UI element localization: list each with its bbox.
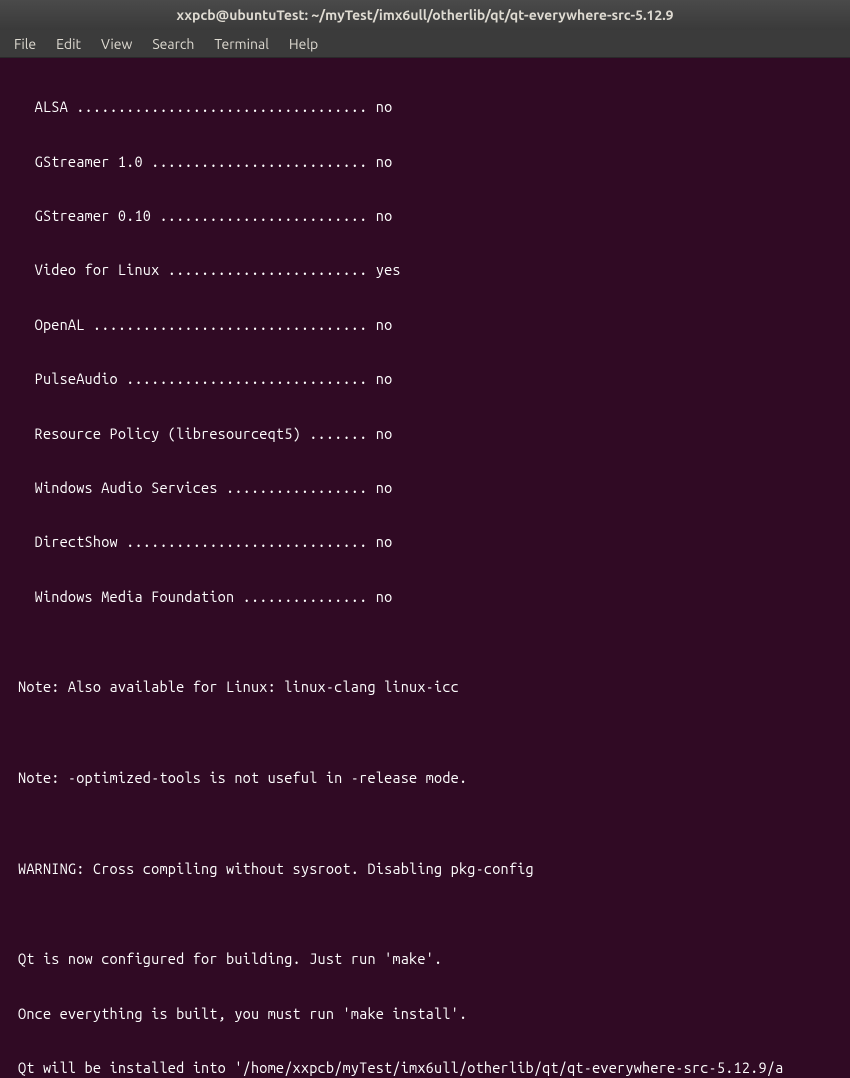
- output-line: Windows Media Foundation ...............…: [0, 588, 850, 606]
- output-line: Qt is now configured for building. Just …: [0, 950, 850, 968]
- menu-file[interactable]: File: [4, 32, 46, 56]
- output-line: Qt will be installed into '/home/xxpcb/m…: [0, 1059, 850, 1077]
- output-line: Video for Linux ........................…: [0, 261, 850, 279]
- output-line: Resource Policy (libresourceqt5) .......…: [0, 425, 850, 443]
- terminal-output[interactable]: ALSA ...................................…: [0, 58, 850, 1078]
- output-line: DirectShow .............................…: [0, 533, 850, 551]
- menu-view[interactable]: View: [91, 32, 142, 56]
- output-line: GStreamer 0.10 .........................…: [0, 207, 850, 225]
- output-line: ALSA ...................................…: [0, 98, 850, 116]
- window-title: xxpcb@ubuntuTest: ~/myTest/imx6ull/other…: [176, 7, 673, 23]
- output-line: Note: -optimized-tools is not useful in …: [0, 769, 850, 787]
- titlebar: xxpcb@ubuntuTest: ~/myTest/imx6ull/other…: [0, 0, 850, 30]
- menubar: File Edit View Search Terminal Help: [0, 30, 850, 58]
- output-line: GStreamer 1.0 ..........................…: [0, 153, 850, 171]
- menu-edit[interactable]: Edit: [46, 32, 91, 56]
- output-line: Once everything is built, you must run '…: [0, 1005, 850, 1023]
- output-line: Note: Also available for Linux: linux-cl…: [0, 678, 850, 696]
- menu-help[interactable]: Help: [279, 32, 328, 56]
- output-line: WARNING: Cross compiling without sysroot…: [0, 860, 850, 878]
- menu-search[interactable]: Search: [142, 32, 204, 56]
- menu-terminal[interactable]: Terminal: [204, 32, 279, 56]
- output-line: Windows Audio Services .................…: [0, 479, 850, 497]
- output-line: OpenAL .................................…: [0, 316, 850, 334]
- output-line: PulseAudio .............................…: [0, 370, 850, 388]
